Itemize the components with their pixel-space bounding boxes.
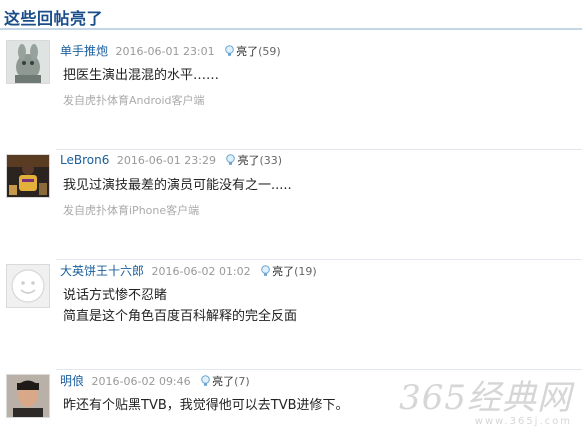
site-watermark: 365经典网 www.365j.com [399,380,572,427]
post-time: 2016-06-01 23:01 [115,45,215,58]
light-count: (7) [234,375,250,388]
content-line: 说话方式惨不忍睹 [63,288,168,303]
light-count: (59) [258,45,281,58]
reply-post: 大英饼王十六郎 2016-06-02 01:02 亮了(19) 说话方式惨不忍睹… [0,260,582,370]
post-time: 2016-06-02 09:46 [91,375,191,388]
post-content: 说话方式惨不忍睹 简直是这个角色百度百科解释的完全反面 [63,285,297,327]
reply-post: LeBron6 2016-06-01 23:29 亮了(33) 我见过演技最差的… [0,150,582,260]
basketball-player-avatar-icon [7,155,49,197]
post-content: 我见过演技最差的演员可能没有之一..... [63,175,292,196]
light-label: 亮了 [212,375,235,388]
content-line: 把医生演出混混的水平…… [63,68,220,83]
section-header: 这些回帖亮了 [0,0,582,30]
username-link[interactable]: 大英饼王十六郎 [60,264,144,278]
post-meta: LeBron6 2016-06-01 23:29 亮了(33) [60,152,282,168]
lightbulb-icon [225,45,234,56]
post-meta: 大英饼王十六郎 2016-06-02 01:02 亮了(19) [60,262,317,279]
section-title: 这些回帖亮了 [4,9,104,28]
post-meta: 单手推炮 2016-06-01 23:01 亮了(59) [60,42,281,59]
username-link[interactable]: 明俍 [60,374,84,388]
username-link[interactable]: LeBron6 [60,153,109,167]
lightbulb-icon [201,375,210,386]
light-button[interactable]: 亮了(19) [260,263,317,279]
username-link[interactable]: 单手推炮 [60,44,108,58]
watermark-brand: 365经典网 [399,378,572,418]
default-avatar-icon [7,265,49,307]
content-line: 我见过演技最差的演员可能没有之一..... [63,178,292,193]
light-button[interactable]: 亮了(7) [200,373,250,389]
post-meta: 明俍 2016-06-02 09:46 亮了(7) [60,372,250,389]
gray-creature-avatar-icon [7,41,49,83]
post-source: 发自虎扑体育iPhone客户端 [63,204,200,217]
content-line: 简直是这个角色百度百科解释的完全反面 [63,309,298,324]
post-time: 2016-06-01 23:29 [116,154,216,167]
light-label: 亮了 [237,154,260,167]
man-photo-avatar-icon [7,375,49,417]
light-count: (19) [294,265,317,278]
lightbulb-icon [261,265,270,276]
post-time: 2016-06-02 01:02 [151,265,251,278]
avatar[interactable] [6,264,50,308]
post-content: 把医生演出混混的水平…… [63,65,219,86]
avatar[interactable] [6,40,50,84]
lightbulb-icon [226,154,236,165]
reply-post: 单手推炮 2016-06-01 23:01 亮了(59) 把医生演出混混的水平…… [0,40,582,150]
post-source: 发自虎扑体育Android客户端 [63,94,205,107]
light-button[interactable]: 亮了(33) [225,152,282,168]
light-count: (33) [259,154,283,167]
avatar[interactable] [6,154,50,198]
avatar[interactable] [6,374,50,418]
light-button[interactable]: 亮了(59) [224,43,281,59]
post-content: 昨还有个贴黑TVB，我觉得他可以去TVB进修下。 [63,395,349,416]
light-label: 亮了 [236,45,259,58]
content-line: 昨还有个贴黑TVB，我觉得他可以去TVB进修下。 [63,398,349,413]
light-label: 亮了 [272,265,295,278]
